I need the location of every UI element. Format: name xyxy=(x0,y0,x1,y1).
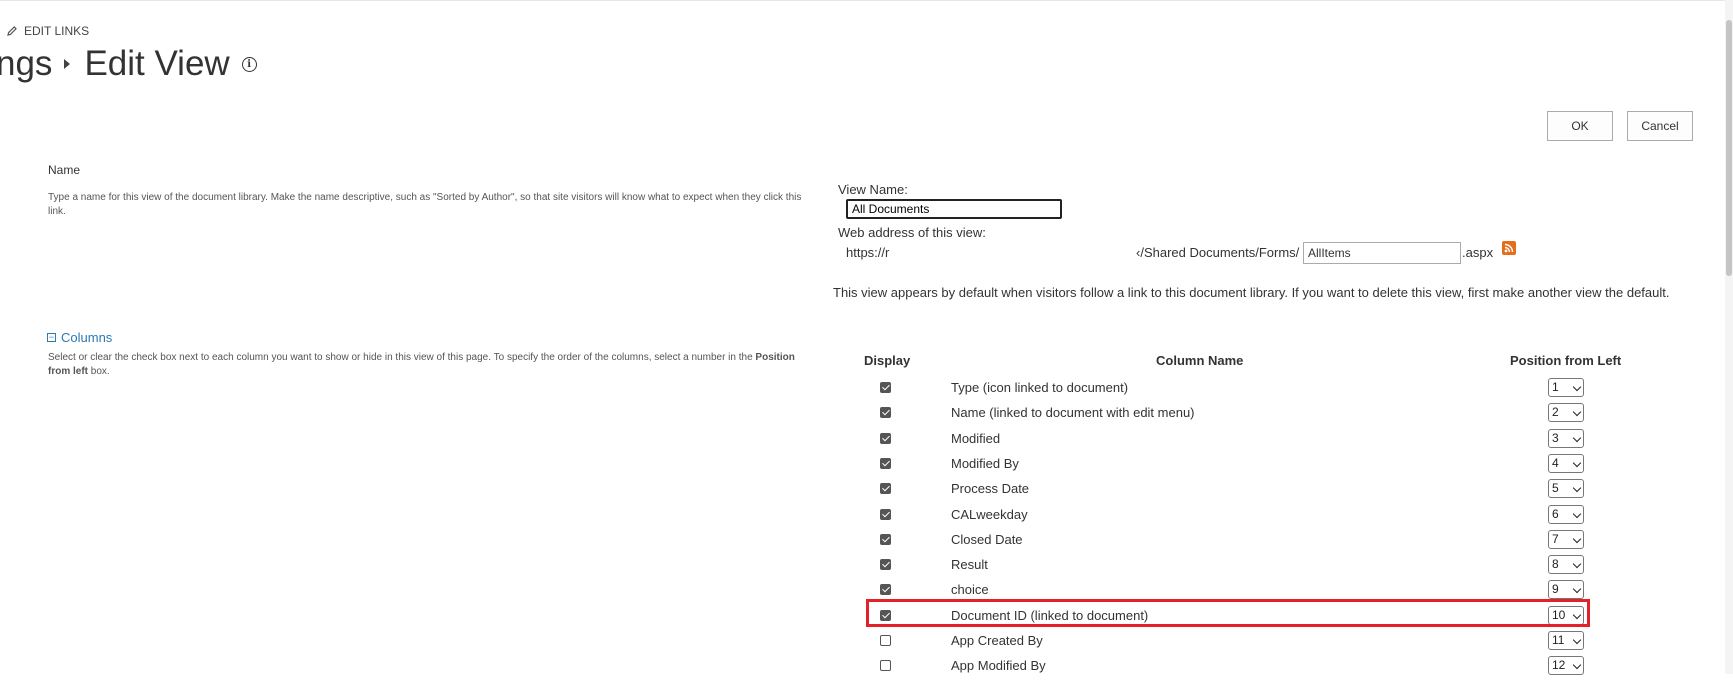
column-name: Modified xyxy=(951,430,1001,446)
display-checkbox[interactable] xyxy=(880,432,891,444)
columns-section-description: Select or clear the check box next to ea… xyxy=(48,352,795,377)
display-checkbox[interactable] xyxy=(880,584,891,596)
chevron-down-icon xyxy=(1572,661,1582,670)
position-select[interactable]: 12 xyxy=(1548,656,1584,676)
position-value: 4 xyxy=(1552,455,1559,470)
column-name: Closed Date xyxy=(951,531,1023,547)
column-name: Name (linked to document with edit menu) xyxy=(951,405,1195,421)
display-checkbox[interactable] xyxy=(880,533,891,545)
columns-section-toggle[interactable]: − Columns xyxy=(47,330,112,345)
chevron-down-icon xyxy=(1572,585,1582,594)
url-middle: ‹/Shared Documents/Forms/ xyxy=(1136,245,1300,260)
chevron-down-icon xyxy=(1572,559,1582,569)
column-name: choice xyxy=(951,582,989,598)
top-divider xyxy=(0,0,1733,1)
position-value: 3 xyxy=(1552,430,1559,445)
column-name: App Created By xyxy=(951,633,1043,648)
cancel-button[interactable]: Cancel xyxy=(1627,111,1693,141)
position-select[interactable]: 11 xyxy=(1548,631,1584,650)
column-name: CALweekday xyxy=(951,506,1028,522)
table-row: Name (linked to document with edit menu)… xyxy=(865,403,1590,428)
position-value: 11 xyxy=(1552,633,1565,647)
highlight-box xyxy=(866,599,1590,627)
chevron-down-icon xyxy=(1572,382,1582,392)
position-select[interactable]: 3 xyxy=(1548,428,1584,448)
position-select[interactable]: 9 xyxy=(1548,580,1584,600)
web-address-label: Web address of this view: xyxy=(838,225,986,240)
url-suffix: .aspx xyxy=(1462,245,1494,260)
display-checkbox[interactable] xyxy=(880,483,891,495)
breadcrumb-separator-icon xyxy=(64,59,71,69)
columns-section-heading: Columns xyxy=(61,330,113,345)
table-row: Type (icon linked to document) 1 xyxy=(865,378,1590,403)
position-select[interactable]: 1 xyxy=(1548,378,1584,397)
chevron-down-icon xyxy=(1572,635,1582,645)
position-value: 5 xyxy=(1552,481,1559,496)
chevron-down-icon xyxy=(1572,483,1582,493)
edit-links-link[interactable]: EDIT LINKS xyxy=(6,24,89,38)
chevron-down-icon xyxy=(1572,534,1582,544)
position-value: 8 xyxy=(1552,557,1559,572)
table-row: App Created By 11 xyxy=(865,631,1590,656)
table-row: CALweekday 6 xyxy=(865,504,1590,530)
ok-button[interactable]: OK xyxy=(1547,111,1613,141)
position-select[interactable]: 5 xyxy=(1548,479,1584,499)
position-value: 7 xyxy=(1552,531,1559,546)
collapse-icon: − xyxy=(47,332,56,342)
chevron-down-icon xyxy=(1572,458,1582,468)
table-row: App Modified By 12 xyxy=(865,656,1590,681)
header-position: Position from Left xyxy=(1510,353,1622,368)
display-checkbox[interactable] xyxy=(880,559,891,571)
header-column-name: Column Name xyxy=(1156,353,1244,368)
display-checkbox[interactable] xyxy=(880,660,891,672)
url-prefix: https://r xyxy=(846,245,890,260)
table-row: Process Date 5 xyxy=(865,479,1590,504)
view-name-label: View Name: xyxy=(838,182,908,197)
vertical-scrollbar[interactable] xyxy=(1725,0,1733,674)
display-checkbox[interactable] xyxy=(880,382,891,393)
display-checkbox[interactable] xyxy=(880,635,891,646)
breadcrumb-parent[interactable]: ngs xyxy=(0,44,52,84)
column-name: Modified By xyxy=(951,455,1019,471)
table-row: Modified By 4 xyxy=(865,453,1590,479)
edit-links-label: EDIT LINKS xyxy=(24,24,90,38)
chevron-down-icon xyxy=(1572,433,1582,442)
column-name: Result xyxy=(951,557,988,573)
column-name: Process Date xyxy=(951,481,1030,497)
position-select[interactable]: 7 xyxy=(1548,529,1584,549)
table-row: Closed Date 7 xyxy=(865,529,1590,555)
position-select[interactable]: 8 xyxy=(1548,555,1584,575)
position-value: 12 xyxy=(1552,658,1566,673)
table-row: Modified 3 xyxy=(865,428,1590,454)
url-page-input[interactable] xyxy=(1303,242,1461,264)
position-value: 1 xyxy=(1552,380,1559,394)
position-value: 2 xyxy=(1552,405,1559,420)
rss-icon[interactable] xyxy=(1502,241,1516,255)
position-select[interactable]: 4 xyxy=(1548,453,1584,473)
chevron-down-icon xyxy=(1572,408,1582,417)
view-name-input[interactable] xyxy=(846,199,1062,219)
scrollbar-thumb[interactable] xyxy=(1726,20,1732,276)
column-name: App Modified By xyxy=(951,658,1046,674)
table-row: Result 8 xyxy=(865,555,1590,580)
info-icon[interactable]: i xyxy=(241,56,257,72)
chevron-down-icon xyxy=(1572,509,1582,518)
display-checkbox[interactable] xyxy=(880,407,891,419)
pencil-icon xyxy=(7,26,17,36)
position-value: 6 xyxy=(1552,506,1559,521)
name-section-heading: Name xyxy=(48,163,81,177)
page-title: ngs Edit View i xyxy=(0,44,257,84)
position-select[interactable]: 6 xyxy=(1548,504,1584,524)
page-title-text: Edit View xyxy=(84,44,230,83)
column-name: Type (icon linked to document) xyxy=(951,380,1129,395)
header-display: Display xyxy=(864,353,911,368)
display-checkbox[interactable] xyxy=(880,457,891,469)
position-select[interactable]: 2 xyxy=(1548,403,1584,423)
position-value: 9 xyxy=(1552,582,1559,597)
display-checkbox[interactable] xyxy=(880,508,891,520)
default-view-note: This view appears by default when visito… xyxy=(833,285,1670,300)
name-section-description: Type a name for this view of the documen… xyxy=(48,192,802,217)
